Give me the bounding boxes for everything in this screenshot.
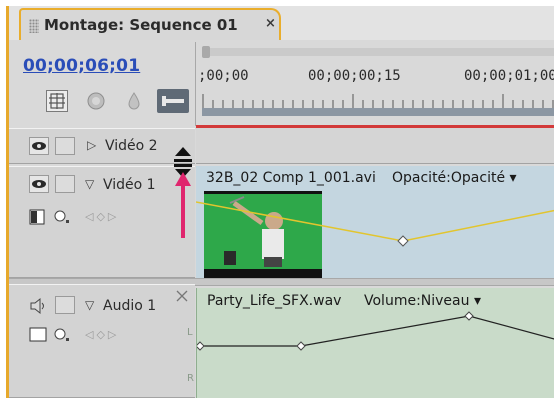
close-icon[interactable]: × [265,16,276,31]
ruler-label-2: 00;00;01;00 [464,68,554,84]
zoom-scrollbar-handle[interactable] [202,46,210,58]
marker-icon[interactable] [85,90,107,112]
keyframes-menu-icon[interactable] [53,327,71,343]
wrench-icon[interactable] [157,89,189,113]
time-ruler[interactable]: ;00;00 00;00;00;15 00;00;01;00 [195,42,554,128]
track-lane-audio1[interactable]: Party_Life_SFX.wav Volume:Niveau ▾ [196,288,554,398]
tab-bar: Montage: Sequence 01 × [9,6,554,40]
annotation-arrow [175,172,191,238]
zoom-scrollbar[interactable] [202,46,554,58]
keyframe-icon[interactable] [123,90,145,112]
track-name: Vidéo 1 [103,177,156,193]
track-lock-toggle[interactable] [55,137,75,155]
ruler-ticks [202,94,554,108]
display-style-icon[interactable] [29,209,45,225]
eye-icon[interactable] [29,137,49,155]
ruler-label-1: 00;00;00;15 [308,68,401,84]
track-lock-toggle[interactable] [55,296,75,314]
eye-icon[interactable] [29,175,49,193]
channel-left-label: L [187,327,193,338]
opacity-rubberband[interactable] [196,166,554,278]
snap-icon[interactable] [46,90,68,112]
keyframe-navigator-icon[interactable]: ◁◇▷ [85,328,119,341]
track-header-audio1: ▽ Audio 1 ◁◇▷ L R [9,284,195,398]
timecode-display[interactable]: 00;00;06;01 [23,56,140,76]
ruler-label-0: ;00;00 [198,68,249,84]
track-name: Audio 1 [103,298,157,314]
work-area-bar[interactable] [202,108,554,116]
expand-triangle-icon[interactable]: ▷ [87,138,96,152]
keyframes-menu-icon[interactable] [53,209,71,225]
volume-rubberband[interactable] [197,288,554,398]
collapse-triangle-icon[interactable]: ▽ [85,298,94,312]
track-name: Vidéo 2 [105,138,158,154]
channel-right-label: R [187,373,194,384]
track-header-video1: ▽ Vidéo 1 ◁◇▷ [9,166,195,278]
track-lane-video1[interactable]: 32B_02 Comp 1_001.avi Opacité:Opacité ▾ [196,166,554,278]
sync-icon [176,290,188,302]
tab-title: Montage: Sequence 01 [44,16,238,34]
tab-montage-sequence[interactable]: Montage: Sequence 01 × [19,8,281,40]
speaker-icon[interactable] [29,297,49,315]
display-style-icon[interactable] [29,327,47,343]
track-lane-video2[interactable] [196,128,554,164]
track-header-video2: ▷ Vidéo 2 [9,128,195,164]
track-lock-toggle[interactable] [55,175,75,193]
grip-icon[interactable] [29,19,39,33]
collapse-triangle-icon[interactable]: ▽ [85,177,94,191]
keyframe-navigator-icon[interactable]: ◁◇▷ [85,210,119,223]
sequence-panel: Montage: Sequence 01 × 00;00;06;01 ;00;0… [6,6,554,398]
